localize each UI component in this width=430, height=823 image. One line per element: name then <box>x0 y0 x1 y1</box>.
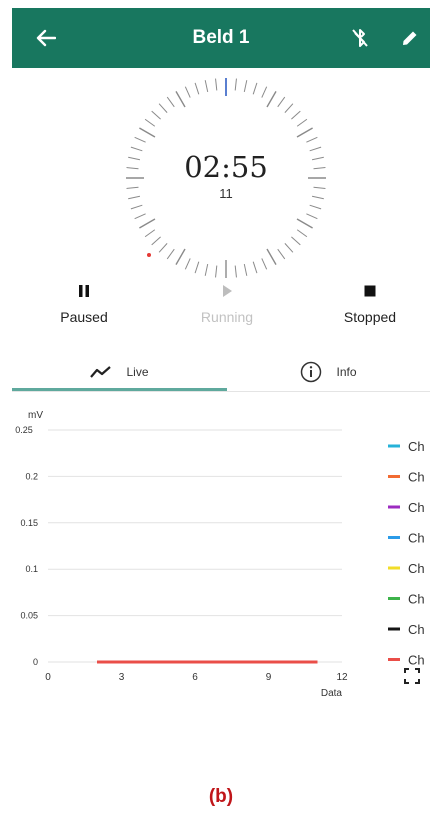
dial-tick <box>151 236 161 246</box>
pause-label: Paused <box>60 309 108 325</box>
dial-tick <box>139 127 156 138</box>
tab-divider <box>12 391 430 392</box>
dial-tick <box>306 213 318 220</box>
pencil-icon[interactable] <box>400 28 420 48</box>
x-tick-label: 9 <box>266 672 272 683</box>
y-tick-label: 0.05 <box>20 611 38 621</box>
app-bar: Beld 1 <box>12 8 430 68</box>
tab-live[interactable]: Live <box>12 352 227 392</box>
tab-info-label: Info <box>336 365 357 379</box>
tab-live-label: Live <box>126 365 149 379</box>
dial-tick <box>166 96 175 108</box>
dial-tick <box>234 78 237 91</box>
dial-tick <box>204 263 209 276</box>
dial-tick <box>261 258 268 270</box>
dial-tick <box>194 261 200 274</box>
stop-label: Stopped <box>343 309 397 325</box>
pause-icon <box>79 285 89 297</box>
dial-tick <box>306 136 318 143</box>
legend-label: Ch <box>408 470 425 485</box>
dial-tick <box>158 103 168 113</box>
stop-icon <box>364 285 376 297</box>
play-icon <box>223 285 232 297</box>
run-button[interactable]: Running <box>172 284 282 325</box>
dial-tick <box>296 127 313 138</box>
dial-tick <box>252 261 258 274</box>
bluetooth-off-icon[interactable] <box>351 27 369 49</box>
lap-count: 11 <box>219 186 233 201</box>
y-axis-label: mV <box>28 410 43 421</box>
run-label: Running <box>200 309 254 325</box>
dial-tick <box>194 82 200 95</box>
legend-label: Ch <box>408 653 425 668</box>
dial-tick <box>144 229 156 238</box>
dial-tick <box>266 248 277 265</box>
y-tick-label: 0.15 <box>20 518 38 528</box>
y-tick-label: 0.1 <box>25 564 38 574</box>
dial-tick <box>215 78 218 91</box>
dial-tick <box>134 136 146 143</box>
x-tick-label: 6 <box>192 672 198 683</box>
dial-tick <box>284 243 294 253</box>
figure-caption: (b) <box>208 786 234 807</box>
timer-display: 02:55 <box>184 150 268 184</box>
dial-tick <box>184 258 191 270</box>
y-tick-label: 0 <box>33 657 38 667</box>
dial-tick <box>175 91 186 108</box>
dial-tick <box>296 229 308 238</box>
dial-tick <box>184 86 191 98</box>
dial-tick <box>151 110 161 120</box>
line-chart: mV 0.25 0.2 0.15 0.1 0.05 00 3 6 9 12 Data Ch Ch Ch Ch C… <box>15 410 425 699</box>
tab-info[interactable]: Info <box>227 352 430 392</box>
y-tick-label: 0.25 <box>15 425 33 435</box>
dial-tick <box>266 91 277 108</box>
legend-label: Ch <box>408 500 425 515</box>
pause-button[interactable]: Paused <box>29 284 139 325</box>
dial-tick <box>243 263 248 276</box>
app-screen: Beld 1 02:55 11 Paused Running Stopped L… <box>12 8 430 823</box>
dial-tick <box>261 86 268 98</box>
trending-icon <box>90 366 112 378</box>
stop-button[interactable]: Stopped <box>315 284 425 325</box>
x-axis-label: Data <box>321 688 343 699</box>
dial-tick <box>243 80 248 93</box>
dial-tick <box>296 218 313 229</box>
legend-label: Ch <box>408 622 425 637</box>
dial-tick <box>139 218 156 229</box>
legend-label: Ch <box>408 531 425 546</box>
dial-tick <box>166 248 175 260</box>
dial-tick <box>234 265 237 278</box>
x-tick-label: 3 <box>119 672 125 683</box>
dial-tick <box>296 118 308 127</box>
dial-tick <box>144 118 156 127</box>
dial-tick <box>134 213 146 220</box>
dial-tick <box>291 236 301 246</box>
dial-tick <box>175 248 186 265</box>
dial-tick <box>252 82 258 95</box>
dial-marker <box>147 253 151 257</box>
dial-tick <box>215 265 218 278</box>
x-tick-label: 12 <box>336 672 348 683</box>
fullscreen-icon[interactable] <box>404 668 420 684</box>
dial-tick <box>277 96 286 108</box>
y-tick-label: 0.2 <box>25 471 38 481</box>
legend-label: Ch <box>408 592 425 607</box>
x-tick-label: 0 <box>45 672 51 683</box>
dial-tick <box>158 243 168 253</box>
legend-label: Ch <box>408 561 425 576</box>
dial-tick <box>309 204 322 210</box>
dial-tick <box>291 110 301 120</box>
dial-tick <box>130 204 143 210</box>
info-icon <box>301 361 322 383</box>
dial-tick <box>277 248 286 260</box>
dial-tick <box>204 80 209 93</box>
dial-tick <box>284 103 294 113</box>
legend-label: Ch <box>408 439 425 454</box>
